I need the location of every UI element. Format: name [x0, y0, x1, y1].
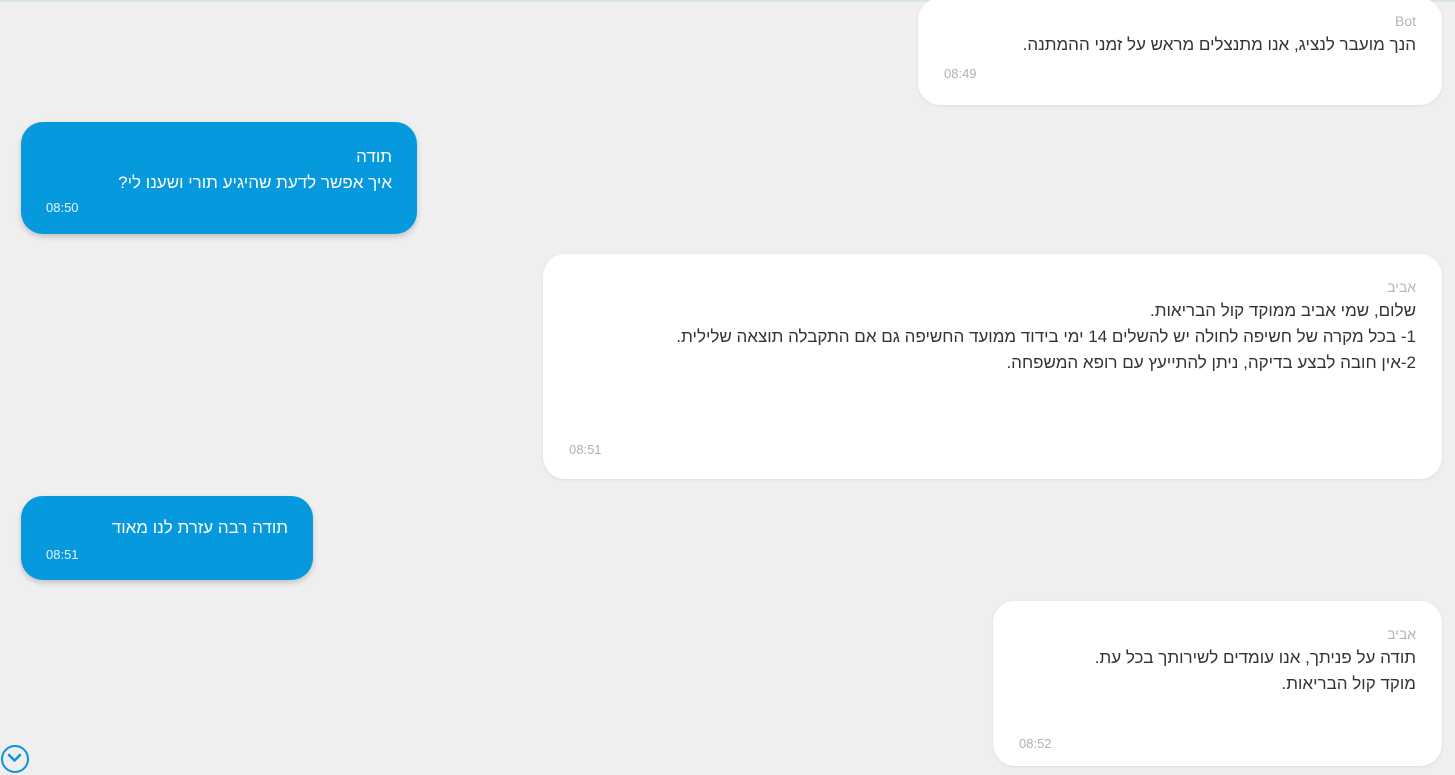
message-sender: אביב	[1387, 626, 1416, 642]
scroll-to-bottom-button[interactable]	[1, 745, 29, 773]
message-text: איך אפשר לדעת שהיגיע תורי ושענו לי?	[118, 173, 392, 192]
message-time: 08:50	[46, 200, 79, 215]
message-text: שלום, שמי אביב ממוקד קול הבריאות.	[1150, 301, 1416, 320]
message-time: 08:52	[1019, 736, 1052, 751]
message-sender: Bot	[1394, 13, 1416, 29]
message-text: הנך מועבר לנציג, אנו מתנצלים מראש על זמנ…	[1022, 35, 1416, 54]
message-text: מוקד קול הבריאות.	[1281, 674, 1416, 693]
agent-message: אביב תודה על פניתך, אנו עומדים לשירותך ב…	[993, 601, 1442, 766]
message-text: 1- בכל מקרה של חשיפה לחולה יש להשלים 14 …	[676, 327, 1416, 346]
user-message: תודה איך אפשר לדעת שהיגיע תורי ושענו לי?…	[21, 122, 417, 234]
message-text: תודה על פניתך, אנו עומדים לשירותך בכל עת…	[1094, 648, 1416, 667]
message-text: 2-אין חובה לבצע בדיקה, ניתן להתייעץ עם ר…	[1006, 353, 1416, 372]
agent-message: אביב שלום, שמי אביב ממוקד קול הבריאות. 1…	[543, 254, 1442, 479]
chevron-down-icon	[7, 753, 22, 762]
user-message: תודה רבה עזרת לנו מאוד 08:51	[21, 496, 313, 580]
message-time: 08:51	[569, 442, 602, 457]
message-time: 08:51	[46, 547, 79, 562]
message-text: תודה	[356, 147, 392, 166]
agent-message: Bot הנך מועבר לנציג, אנו מתנצלים מראש על…	[918, 0, 1442, 105]
message-sender: אביב	[1387, 279, 1416, 295]
message-time: 08:49	[944, 66, 977, 81]
message-text: תודה רבה עזרת לנו מאוד	[111, 518, 288, 537]
chat-transcript[interactable]: Bot הנך מועבר לנציג, אנו מתנצלים מראש על…	[0, 0, 1455, 775]
